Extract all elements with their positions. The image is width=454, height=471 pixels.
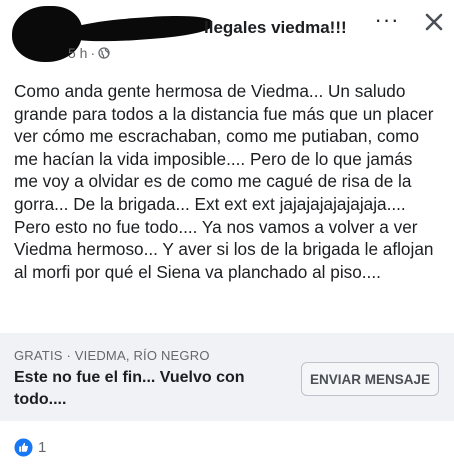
more-options-button[interactable]: ··· (372, 9, 402, 34)
post-header: llegales viedma!!! 5 h · ··· (0, 0, 454, 72)
reactions-summary[interactable]: 1 (14, 438, 46, 457)
post-meta: 5 h · (68, 45, 110, 61)
marketplace-listing[interactable]: GRATIS · VIEDMA, RÍO NEGRO Este no fue e… (0, 333, 454, 421)
send-message-button[interactable]: ENVIAR MENSAJE (301, 362, 439, 396)
reaction-count: 1 (38, 439, 47, 456)
post-body-text: Como anda gente hermosa de Viedma... Un … (14, 81, 434, 282)
globe-icon (98, 47, 110, 59)
meta-separator: · (90, 45, 96, 61)
close-icon[interactable] (420, 8, 448, 36)
post-time[interactable]: 5 h (68, 45, 87, 61)
redacted-author-name (59, 12, 213, 46)
listing-meta: GRATIS · VIEDMA, RÍO NEGRO (14, 348, 210, 363)
group-name[interactable]: llegales viedma!!! (204, 18, 347, 38)
like-icon (14, 438, 33, 457)
listing-title[interactable]: Este no fue el fin... Vuelvo con todo...… (14, 367, 282, 411)
